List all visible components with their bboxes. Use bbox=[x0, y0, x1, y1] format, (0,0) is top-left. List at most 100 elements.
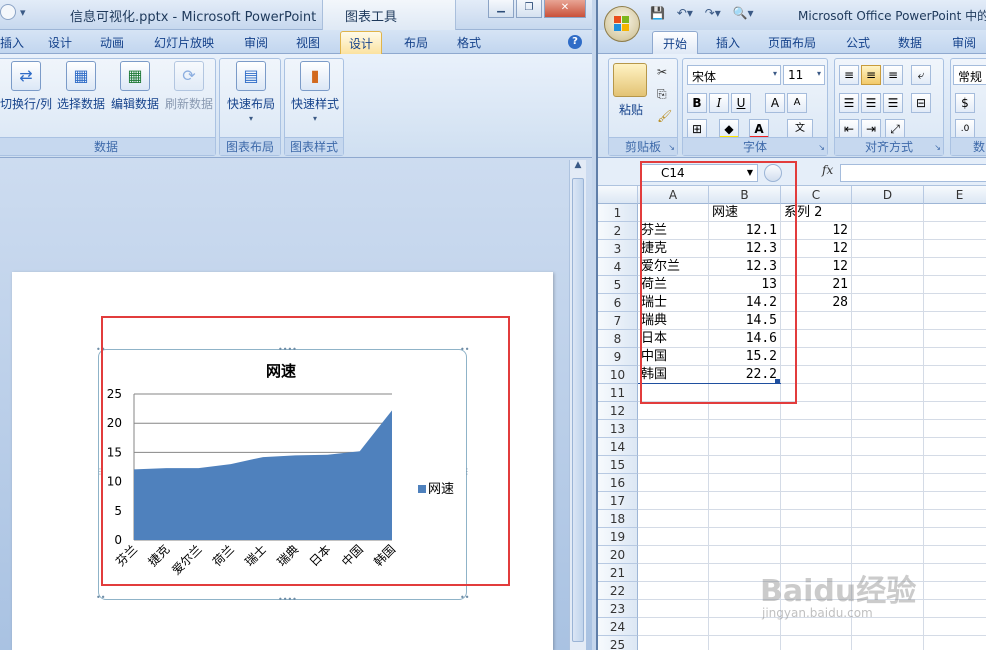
row-header[interactable]: 9 bbox=[598, 348, 638, 366]
row-header[interactable]: 5 bbox=[598, 276, 638, 294]
cell[interactable] bbox=[638, 510, 709, 528]
cell[interactable] bbox=[781, 636, 852, 650]
help-icon[interactable]: ? bbox=[568, 35, 582, 49]
decrease-indent-icon[interactable]: ⇤ bbox=[839, 119, 859, 139]
font-name-select[interactable]: 宋体 ▾ bbox=[687, 65, 781, 85]
cell[interactable] bbox=[852, 636, 924, 650]
row-header[interactable]: 6 bbox=[598, 294, 638, 312]
cell[interactable] bbox=[638, 474, 709, 492]
cell[interactable] bbox=[638, 546, 709, 564]
refresh-data-button[interactable]: ⟳ 刷新数据 bbox=[163, 61, 215, 112]
cell[interactable] bbox=[924, 294, 986, 312]
cancel-icon[interactable] bbox=[764, 164, 782, 182]
row-header[interactable]: 1 bbox=[598, 204, 638, 222]
cell[interactable] bbox=[852, 222, 924, 240]
print-preview-icon[interactable]: 🔍▾ bbox=[733, 6, 754, 20]
cell[interactable]: 网速 bbox=[709, 204, 781, 222]
tab-review[interactable]: 审阅 bbox=[244, 34, 268, 51]
cell[interactable]: 捷克 bbox=[638, 240, 709, 258]
column-header-c[interactable]: C bbox=[781, 186, 852, 204]
customize-arrow-icon[interactable]: ▾ bbox=[20, 6, 26, 19]
shrink-font-icon[interactable]: A bbox=[787, 93, 807, 113]
cell[interactable]: 韩国 bbox=[638, 366, 709, 384]
column-header-e[interactable]: E bbox=[924, 186, 986, 204]
row-header[interactable]: 12 bbox=[598, 402, 638, 420]
row-header[interactable]: 13 bbox=[598, 420, 638, 438]
cell[interactable]: 荷兰 bbox=[638, 276, 709, 294]
cell[interactable]: 12 bbox=[781, 240, 852, 258]
cell[interactable] bbox=[924, 618, 986, 636]
cell[interactable] bbox=[924, 492, 986, 510]
cell[interactable] bbox=[781, 348, 852, 366]
cell[interactable] bbox=[924, 510, 986, 528]
fill-color-icon[interactable]: ◆ bbox=[719, 119, 739, 139]
cell[interactable] bbox=[924, 240, 986, 258]
cell[interactable] bbox=[852, 420, 924, 438]
redo-icon[interactable]: ↷▾ bbox=[705, 6, 721, 20]
cell[interactable]: 12 bbox=[781, 258, 852, 276]
copy-icon[interactable]: ⎘ bbox=[657, 87, 667, 102]
cell[interactable] bbox=[924, 204, 986, 222]
paste-label[interactable]: 粘贴 bbox=[619, 101, 643, 118]
cell[interactable] bbox=[924, 420, 986, 438]
cell[interactable] bbox=[852, 528, 924, 546]
wrap-text-icon[interactable]: ⤶ bbox=[911, 65, 931, 85]
select-all-corner[interactable] bbox=[598, 186, 638, 204]
edit-data-button[interactable]: ▦ 编辑数据 bbox=[109, 61, 161, 112]
cell[interactable] bbox=[924, 564, 986, 582]
underline-icon[interactable]: U bbox=[731, 93, 751, 113]
cell[interactable] bbox=[709, 384, 781, 402]
cell[interactable] bbox=[852, 240, 924, 258]
cell[interactable] bbox=[924, 366, 986, 384]
row-header[interactable]: 2 bbox=[598, 222, 638, 240]
undo-icon[interactable]: ↶▾ bbox=[677, 6, 693, 20]
cell[interactable] bbox=[638, 420, 709, 438]
row-header[interactable]: 8 bbox=[598, 330, 638, 348]
cell[interactable] bbox=[709, 420, 781, 438]
cell[interactable] bbox=[709, 546, 781, 564]
cell[interactable] bbox=[781, 456, 852, 474]
row-header[interactable]: 24 bbox=[598, 618, 638, 636]
cell[interactable] bbox=[924, 402, 986, 420]
cell[interactable] bbox=[852, 348, 924, 366]
cell[interactable] bbox=[638, 456, 709, 474]
cell[interactable]: 28 bbox=[781, 294, 852, 312]
currency-icon[interactable]: $ bbox=[955, 93, 975, 113]
cell[interactable]: 日本 bbox=[638, 330, 709, 348]
minimize-icon[interactable]: ▁ bbox=[488, 0, 514, 18]
cell[interactable] bbox=[638, 618, 709, 636]
cell[interactable] bbox=[709, 636, 781, 650]
align-right-icon[interactable]: ☰ bbox=[883, 93, 903, 113]
row-header[interactable]: 22 bbox=[598, 582, 638, 600]
area-chart[interactable]: 网速 0 5 10 15 20 25 芬兰 捷克爱尔兰 荷兰 瑞士 瑞典 日本 中国 韩国 网速 bbox=[98, 349, 467, 600]
cell[interactable] bbox=[709, 402, 781, 420]
orientation-icon[interactable]: ⤢ bbox=[885, 119, 905, 139]
row-header[interactable]: 3 bbox=[598, 240, 638, 258]
dialog-launcher-icon[interactable]: ↘ bbox=[934, 143, 941, 152]
cell[interactable]: 14.5 bbox=[709, 312, 781, 330]
grow-font-icon[interactable]: A bbox=[765, 93, 785, 113]
cell[interactable] bbox=[924, 438, 986, 456]
cell[interactable] bbox=[924, 312, 986, 330]
column-header-a[interactable]: A bbox=[638, 186, 709, 204]
cut-icon[interactable]: ✂ bbox=[657, 65, 667, 79]
paste-icon[interactable] bbox=[613, 63, 647, 97]
borders-icon[interactable]: ⊞ bbox=[687, 119, 707, 139]
row-header[interactable]: 25 bbox=[598, 636, 638, 650]
row-header[interactable]: 15 bbox=[598, 456, 638, 474]
cell[interactable] bbox=[852, 456, 924, 474]
switch-row-column-button[interactable]: ⇄ 切换行/列 bbox=[0, 61, 53, 112]
range-resize-handle[interactable] bbox=[775, 379, 780, 384]
tab-chart-design[interactable]: 设计 bbox=[340, 31, 383, 54]
tab-home[interactable]: 开始 bbox=[652, 31, 699, 54]
format-painter-icon[interactable]: 🖌 bbox=[657, 109, 672, 123]
cell[interactable]: 中国 bbox=[638, 348, 709, 366]
cell[interactable] bbox=[709, 510, 781, 528]
cell[interactable] bbox=[852, 474, 924, 492]
cell[interactable] bbox=[781, 366, 852, 384]
cell[interactable] bbox=[852, 546, 924, 564]
cell[interactable] bbox=[924, 528, 986, 546]
tab-data[interactable]: 数据 bbox=[898, 34, 922, 51]
cell[interactable] bbox=[852, 276, 924, 294]
cell[interactable] bbox=[852, 330, 924, 348]
